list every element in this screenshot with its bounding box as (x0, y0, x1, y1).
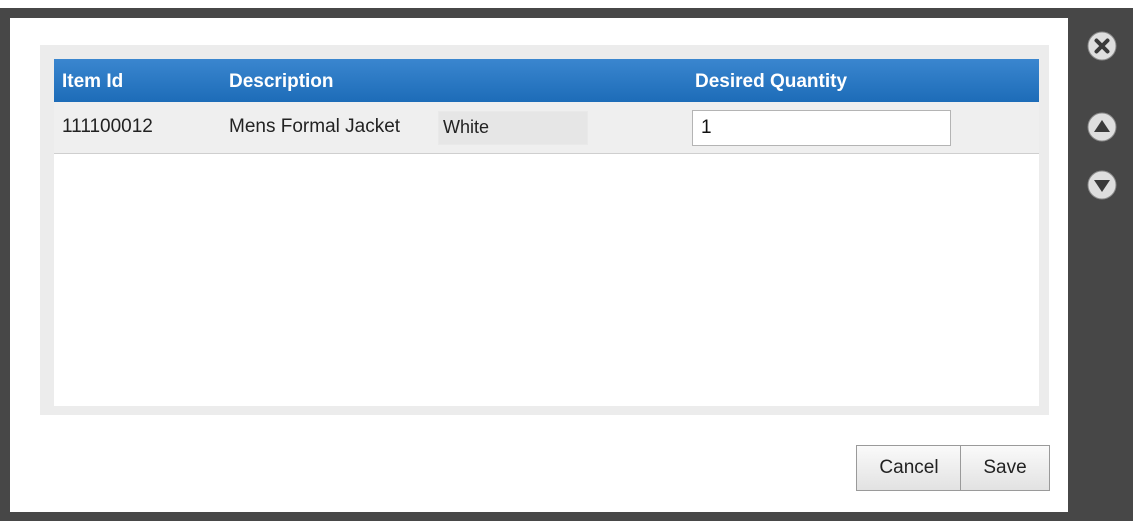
grid-container: Item Id Description Desired Quantity 111… (40, 45, 1049, 415)
grid-header: Item Id Description Desired Quantity (54, 59, 1039, 102)
arrow-down-icon[interactable] (1087, 170, 1117, 200)
item-id-cell: 111100012 (62, 116, 153, 137)
arrow-up-icon[interactable] (1087, 112, 1117, 142)
close-icon[interactable] (1087, 31, 1117, 61)
column-header-item-id: Item Id (62, 71, 124, 92)
save-button[interactable]: Save (960, 445, 1050, 491)
color-value: White (443, 117, 490, 137)
column-header-desired-quantity: Desired Quantity (695, 71, 848, 92)
item-grid: Item Id Description Desired Quantity 111… (54, 59, 1039, 406)
column-header-description: Description (229, 71, 334, 92)
desired-quantity-input[interactable] (692, 110, 951, 146)
item-quantity-dialog: Item Id Description Desired Quantity 111… (10, 18, 1068, 512)
color-field: White (438, 111, 588, 145)
table-row[interactable]: 111100012 Mens Formal Jacket White (54, 102, 1039, 154)
cancel-button[interactable]: Cancel (856, 445, 962, 491)
description-cell: Mens Formal Jacket (229, 116, 401, 137)
